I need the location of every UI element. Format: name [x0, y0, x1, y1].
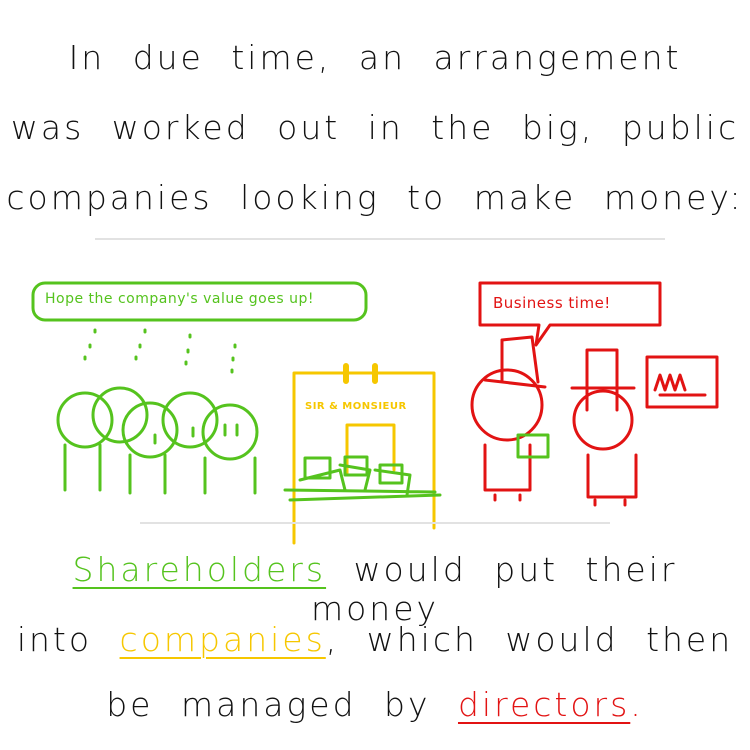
- shareholders-word: Shareholders: [72, 550, 327, 589]
- shareholders-crowd: [56, 386, 259, 495]
- divider-bottom: [140, 522, 610, 524]
- directors-speech-text: Business time!: [493, 294, 611, 312]
- building-sign: SIR & MONSIEUR: [305, 401, 407, 412]
- directors-word: directors: [457, 685, 631, 724]
- company-building: [292, 363, 436, 545]
- caption-period: .: [630, 685, 644, 724]
- caption-bottom-line-3: be managed by directors.: [0, 685, 750, 724]
- directors: [470, 335, 719, 507]
- caption-text: would put their money: [310, 550, 678, 628]
- caption-text: be managed by: [106, 685, 431, 724]
- money-pile: [283, 455, 442, 502]
- companies-word: companies: [119, 620, 326, 659]
- caption-bottom-line-2: into companies, which would then: [0, 620, 750, 659]
- shareholders-speech-text: Hope the company's value goes up!: [45, 291, 314, 307]
- directors-speech-bubble: [478, 281, 662, 347]
- thought-dots: [83, 328, 237, 374]
- caption-bottom-line-1: Shareholders would put their money: [0, 550, 750, 628]
- caption-text: , which would then: [325, 620, 734, 659]
- caption-text: into: [16, 620, 93, 659]
- director-money: [516, 433, 550, 459]
